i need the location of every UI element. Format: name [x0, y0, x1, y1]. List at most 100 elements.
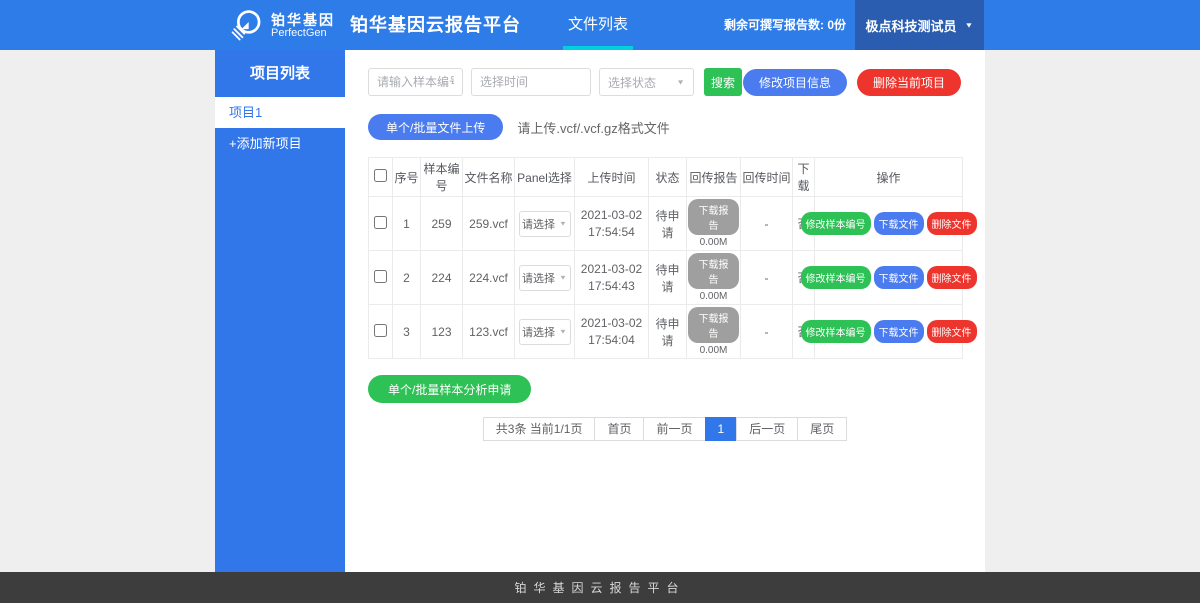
- cell-index: 2: [393, 251, 421, 305]
- upload-row: 单个/批量文件上传 请上传.vcf/.vcf.gz格式文件: [368, 114, 963, 140]
- download-report-button[interactable]: 下载报告: [688, 253, 739, 289]
- upload-format-hint: 请上传.vcf/.vcf.gz格式文件: [517, 118, 669, 137]
- search-button[interactable]: 搜索: [704, 68, 742, 96]
- download-file-button[interactable]: 下载文件: [874, 320, 924, 343]
- chevron-down-icon: ▼: [559, 220, 567, 227]
- header: 铂华基因 PerfectGen 铂华基因云报告平台 文件列表 剩余可撰写报告数:…: [0, 0, 1200, 50]
- main-content: 选择状态 ▼ 搜索 修改项目信息 删除当前项目 单个/批量文件上传 请上传.vc…: [345, 50, 985, 572]
- edit-sample-button[interactable]: 修改样本编号: [801, 212, 871, 235]
- logo-icon: [228, 8, 264, 44]
- row-actions: 修改样本编号 下载文件 删除文件: [816, 212, 961, 235]
- row-actions: 修改样本编号 下载文件 删除文件: [816, 266, 961, 289]
- filter-row: 选择状态 ▼ 搜索 修改项目信息 删除当前项目: [368, 68, 963, 96]
- footer: 铂华基因云报告平台: [0, 572, 1200, 603]
- cell-return-time: -: [741, 251, 793, 305]
- delete-file-button[interactable]: 删除文件: [927, 266, 977, 289]
- download-file-button[interactable]: 下载文件: [874, 266, 924, 289]
- pagination-next[interactable]: 后一页: [736, 417, 798, 441]
- panel-select-value: 请选择: [522, 216, 555, 232]
- panel-select[interactable]: 请选择 ▼: [519, 319, 571, 345]
- logo-name-cn: 铂华基因: [271, 13, 335, 28]
- pagination-last[interactable]: 尾页: [797, 417, 847, 441]
- sidebar-item-project-1[interactable]: 项目1: [215, 97, 345, 128]
- pagination-first[interactable]: 首页: [594, 417, 644, 441]
- col-download: 下载: [793, 158, 815, 197]
- table-header-row: 序号 样本编号 文件名称 Panel选择 上传时间 状态 回传报告 回传时间 下…: [369, 158, 963, 197]
- status-select[interactable]: 选择状态 ▼: [599, 68, 694, 96]
- cell-upload-time: 2021-03-02 17:54:54: [575, 197, 649, 251]
- col-panel: Panel选择: [515, 158, 575, 197]
- col-upload-time: 上传时间: [575, 158, 649, 197]
- chevron-down-icon: ▼: [965, 21, 974, 29]
- select-all-checkbox[interactable]: [374, 169, 387, 182]
- panel-select-value: 请选择: [522, 270, 555, 286]
- delete-file-button[interactable]: 删除文件: [927, 212, 977, 235]
- upload-time: 17:54:54: [576, 224, 647, 241]
- chevron-down-icon: ▼: [676, 78, 685, 86]
- col-index: 序号: [393, 158, 421, 197]
- download-file-button[interactable]: 下载文件: [874, 212, 924, 235]
- cell-status: 待申请: [649, 197, 687, 251]
- sidebar-item-add-project[interactable]: +添加新项目: [215, 128, 345, 159]
- cell-status: 待申请: [649, 305, 687, 359]
- pagination-summary: 共3条 当前1/1页: [483, 417, 596, 441]
- user-name: 极点科技测试员: [866, 16, 957, 35]
- logo: 铂华基因 PerfectGen: [228, 8, 335, 44]
- sidebar: 项目列表 项目1 +添加新项目: [215, 50, 345, 572]
- row-checkbox[interactable]: [374, 324, 387, 337]
- pagination: 共3条 当前1/1页 首页 前一页 1 后一页 尾页: [368, 417, 963, 441]
- panel-select[interactable]: 请选择 ▼: [519, 211, 571, 237]
- analysis-request-button[interactable]: 单个/批量样本分析申请: [368, 375, 531, 403]
- col-file-name: 文件名称: [463, 158, 515, 197]
- pagination-page-1[interactable]: 1: [705, 417, 738, 441]
- cell-file-name: 224.vcf: [463, 251, 515, 305]
- time-picker-input[interactable]: [471, 68, 591, 96]
- download-report-button[interactable]: 下载报告: [688, 199, 739, 235]
- panel-select[interactable]: 请选择 ▼: [519, 265, 571, 291]
- cell-upload-time: 2021-03-02 17:54:04: [575, 305, 649, 359]
- cell-file-name: 259.vcf: [463, 197, 515, 251]
- edit-sample-button[interactable]: 修改样本编号: [801, 320, 871, 343]
- col-return-time: 回传时间: [741, 158, 793, 197]
- download-report-button[interactable]: 下载报告: [688, 307, 739, 343]
- row-actions: 修改样本编号 下载文件 删除文件: [816, 320, 961, 343]
- row-checkbox[interactable]: [374, 270, 387, 283]
- body: 项目列表 项目1 +添加新项目 选择状态 ▼ 搜索 修改项目信息 删除当前项目 …: [0, 50, 1200, 572]
- cell-sample-no: 259: [421, 197, 463, 251]
- cell-sample-no: 224: [421, 251, 463, 305]
- upload-files-button[interactable]: 单个/批量文件上传: [368, 114, 503, 140]
- cell-return-time: -: [741, 305, 793, 359]
- user-menu[interactable]: 极点科技测试员 ▼: [855, 0, 984, 50]
- panel-select-value: 请选择: [522, 324, 555, 340]
- col-status: 状态: [649, 158, 687, 197]
- col-report: 回传报告: [687, 158, 741, 197]
- right-gutter: [985, 50, 1200, 572]
- page-title: 铂华基因云报告平台: [350, 0, 521, 50]
- table-row: 3 123 123.vcf 请选择 ▼ 2021-03-02 17:54:04 …: [369, 305, 963, 359]
- report-size: 0.00M: [688, 237, 739, 248]
- cell-upload-time: 2021-03-02 17:54:43: [575, 251, 649, 305]
- upload-date: 2021-03-02: [576, 261, 647, 278]
- chevron-down-icon: ▼: [559, 328, 567, 335]
- tab-file-list[interactable]: 文件列表: [563, 0, 633, 50]
- pagination-prev[interactable]: 前一页: [643, 417, 705, 441]
- cell-index: 1: [393, 197, 421, 251]
- cell-report: 下载报告 0.00M: [687, 251, 741, 305]
- edit-sample-button[interactable]: 修改样本编号: [801, 266, 871, 289]
- cell-index: 3: [393, 305, 421, 359]
- cell-sample-no: 123: [421, 305, 463, 359]
- upload-time: 17:54:43: [576, 278, 647, 295]
- cell-report: 下载报告 0.00M: [687, 305, 741, 359]
- table-row: 2 224 224.vcf 请选择 ▼ 2021-03-02 17:54:43 …: [369, 251, 963, 305]
- logo-text: 铂华基因 PerfectGen: [271, 13, 335, 39]
- file-table: 序号 样本编号 文件名称 Panel选择 上传时间 状态 回传报告 回传时间 下…: [368, 157, 963, 359]
- edit-project-button[interactable]: 修改项目信息: [743, 69, 847, 96]
- table-row: 1 259 259.vcf 请选择 ▼ 2021-03-02 17:54:54 …: [369, 197, 963, 251]
- delete-file-button[interactable]: 删除文件: [927, 320, 977, 343]
- delete-project-button[interactable]: 删除当前项目: [857, 69, 961, 96]
- cell-return-time: -: [741, 197, 793, 251]
- page: 铂华基因 PerfectGen 铂华基因云报告平台 文件列表 剩余可撰写报告数:…: [0, 0, 1200, 603]
- cell-report: 下载报告 0.00M: [687, 197, 741, 251]
- sample-number-input[interactable]: [368, 68, 463, 96]
- row-checkbox[interactable]: [374, 216, 387, 229]
